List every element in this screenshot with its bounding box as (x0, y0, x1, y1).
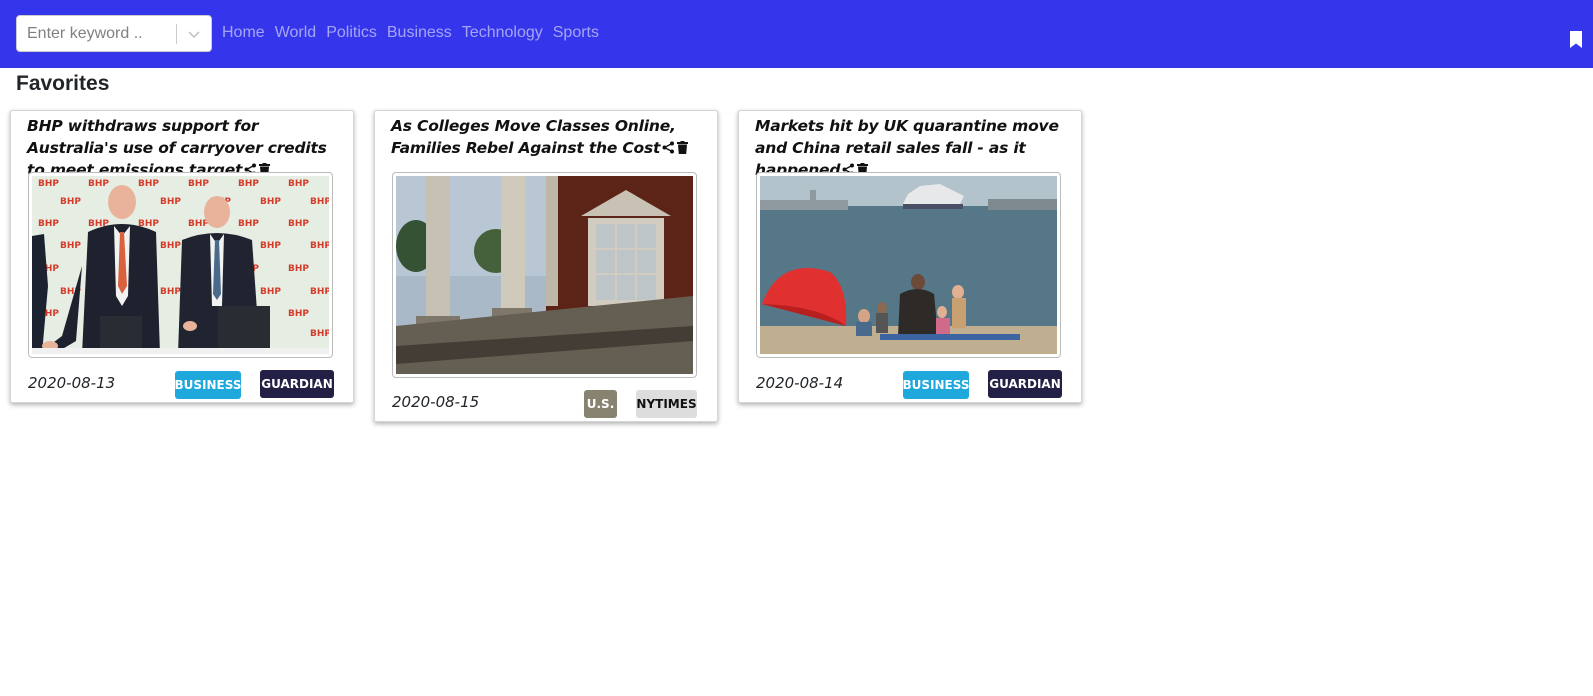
section-badge: BUSINESS (175, 371, 242, 399)
card-date: 2020-08-15 (392, 393, 480, 411)
nav-link-home[interactable]: Home (222, 24, 265, 42)
section-badge: BUSINESS (903, 371, 970, 399)
card-date: 2020-08-13 (28, 374, 116, 392)
card-title-text: BHP withdraws support for Australia's us… (27, 117, 327, 179)
svg-text:BHP: BHP (260, 287, 281, 297)
svg-text:BHP: BHP (38, 219, 59, 229)
card-image[interactable]: BHP BHP BHP BHP BHP BHP BHP BHP BHP BHP BHP BHP BH… (28, 172, 333, 358)
svg-text:BHP: BHP (160, 287, 181, 297)
source-badge: GUARDIAN (988, 370, 1062, 398)
svg-text:BHP: BHP (288, 264, 309, 274)
share-icon[interactable] (662, 138, 675, 160)
card-date: 2020-08-14 (756, 374, 844, 392)
nav-link-technology[interactable]: Technology (462, 24, 543, 42)
card-image[interactable] (392, 172, 697, 378)
svg-text:BHP: BHP (260, 241, 281, 251)
svg-text:BHP: BHP (238, 179, 259, 189)
nav-link-politics[interactable]: Politics (326, 24, 377, 42)
card-title-text: As Colleges Move Classes Online, Familie… (391, 117, 676, 157)
bookmark-icon[interactable] (1570, 31, 1582, 48)
trash-icon[interactable] (677, 138, 689, 160)
svg-text:BHP: BHP (310, 241, 329, 251)
svg-text:BHP: BHP (188, 179, 209, 189)
card-title-text: Markets hit by UK quarantine move and Ch… (755, 117, 1059, 179)
svg-text:BHP: BHP (310, 329, 329, 339)
card-image[interactable] (756, 172, 1061, 358)
search-separator (176, 24, 177, 44)
nav-link-sports[interactable]: Sports (553, 24, 599, 42)
news-card[interactable]: As Colleges Move Classes Online, Familie… (374, 110, 718, 422)
news-card[interactable]: BHP withdraws support for Australia's us… (10, 110, 354, 403)
search-select[interactable] (16, 15, 212, 52)
svg-text:BHP: BHP (60, 197, 81, 207)
svg-text:BHP: BHP (310, 197, 329, 207)
source-badge: GUARDIAN (260, 370, 334, 398)
section-badge: U.S. (584, 390, 617, 418)
svg-text:BHP: BHP (238, 219, 259, 229)
svg-text:BHP: BHP (38, 179, 59, 189)
svg-text:BHP: BHP (310, 287, 329, 297)
nav-links: Home World Politics Business Technology … (222, 22, 609, 44)
svg-text:BHP: BHP (138, 179, 159, 189)
svg-text:BHP: BHP (160, 241, 181, 251)
page-title: Favorites (16, 72, 110, 95)
svg-text:BHP: BHP (288, 179, 309, 189)
svg-text:BHP: BHP (160, 197, 181, 207)
svg-text:BHP: BHP (60, 241, 81, 251)
search-input[interactable] (27, 16, 177, 51)
news-card[interactable]: Markets hit by UK quarantine move and Ch… (738, 110, 1082, 403)
svg-text:BHP: BHP (88, 179, 109, 189)
svg-text:BHP: BHP (288, 309, 309, 319)
svg-text:BHP: BHP (260, 197, 281, 207)
svg-text:BHP: BHP (288, 219, 309, 229)
nav-link-world[interactable]: World (275, 24, 317, 42)
source-badge: NYTIMES (636, 390, 697, 418)
top-navbar: Home World Politics Business Technology … (0, 0, 1593, 68)
card-title[interactable]: As Colleges Move Classes Online, Familie… (391, 115, 713, 160)
chevron-down-icon[interactable] (183, 23, 205, 45)
nav-link-business[interactable]: Business (387, 24, 452, 42)
